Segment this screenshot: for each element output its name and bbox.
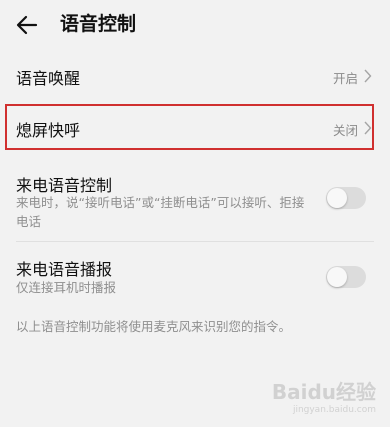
toggle-knob — [327, 188, 347, 208]
back-arrow-icon[interactable] — [14, 12, 40, 38]
incoming-call-broadcast-toggle[interactable] — [326, 266, 366, 288]
setting-row-incoming-call-broadcast: 来电语音播报 仅连接耳机时播报 — [0, 252, 390, 304]
voice-wakeup-label: 语音唤醒 — [16, 69, 81, 88]
app-header: 语音控制 — [0, 0, 390, 50]
voice-wakeup-value: 开启 — [332, 71, 358, 86]
baidu-watermark: Baidu经验 jingyan.baidu.com — [272, 376, 376, 415]
page-title: 语音控制 — [60, 13, 137, 35]
setting-row-voice-wakeup[interactable]: 语音唤醒 开启 — [0, 52, 390, 100]
chevron-right-icon — [364, 69, 372, 83]
incoming-call-control-description: 来电时，说“接听电话”或“挂断电话”可以接听、拒接电话 — [16, 195, 305, 229]
highlight-annotation-box — [5, 104, 374, 150]
incoming-call-control-toggle[interactable] — [326, 187, 366, 209]
watermark-main: Baidu经验 — [271, 380, 376, 404]
divider — [16, 241, 374, 242]
incoming-call-broadcast-label: 来电语音播报 — [16, 260, 113, 279]
incoming-call-broadcast-description: 仅连接耳机时播报 — [16, 280, 117, 295]
watermark-sub: jingyan.baidu.com — [292, 405, 376, 415]
footer-note: 以上语音控制功能将使用麦克风来识别您的指令。 — [16, 319, 292, 334]
toggle-knob — [327, 267, 347, 287]
setting-row-incoming-call-control: 来电语音控制 来电时，说“接听电话”或“挂断电话”可以接听、拒接电话 — [0, 165, 390, 240]
